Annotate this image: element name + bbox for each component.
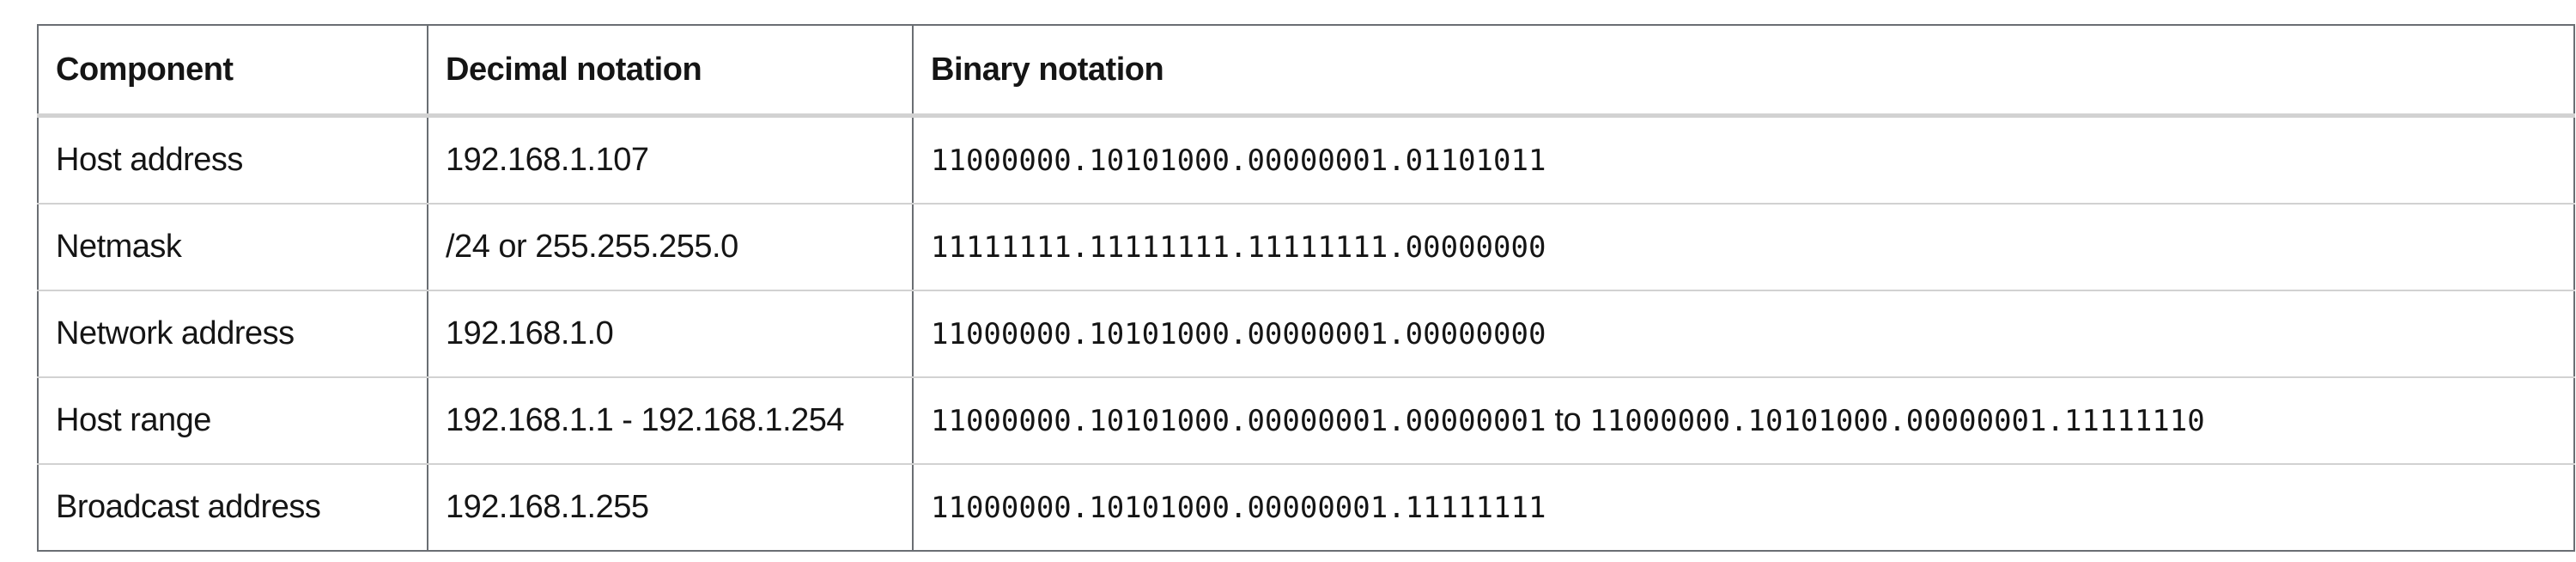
cell-binary: 11000000.10101000.00000001.11111111 <box>912 464 2575 552</box>
cell-decimal: 192.168.1.0 <box>427 290 914 378</box>
table-row: Netmask /24 or 255.255.255.0 11111111.11… <box>37 204 2575 291</box>
binary-range-end: 11000000.10101000.00000001.11111110 <box>1589 404 2205 438</box>
table-body: Host address 192.168.1.107 11000000.1010… <box>37 115 2575 552</box>
table-row: Host range 192.168.1.1 - 192.168.1.254 1… <box>37 377 2575 465</box>
ip-addressing-table-container: Component Decimal notation Binary notati… <box>37 24 2575 552</box>
cell-binary: 11000000.10101000.00000001.00000001 to 1… <box>912 377 2575 465</box>
binary-range-joiner: to <box>1546 402 1590 438</box>
cell-binary: 11000000.10101000.00000001.00000000 <box>912 290 2575 378</box>
binary-value: 11111111.11111111.11111111.00000000 <box>931 230 1546 265</box>
cell-component: Host address <box>37 115 428 205</box>
table-row: Network address 192.168.1.0 11000000.101… <box>37 290 2575 378</box>
cell-decimal: 192.168.1.255 <box>427 464 914 552</box>
table-row: Broadcast address 192.168.1.255 11000000… <box>37 464 2575 552</box>
binary-value: 11000000.10101000.00000001.01101011 <box>931 144 1546 178</box>
header-binary-notation: Binary notation <box>912 24 2575 118</box>
cell-decimal: 192.168.1.107 <box>427 115 914 205</box>
cell-component: Host range <box>37 377 428 465</box>
header-row: Component Decimal notation Binary notati… <box>37 24 2575 118</box>
cell-decimal: /24 or 255.255.255.0 <box>427 204 914 291</box>
binary-range-start: 11000000.10101000.00000001.00000001 <box>931 404 1546 438</box>
table-row: Host address 192.168.1.107 11000000.1010… <box>37 115 2575 205</box>
cell-component: Network address <box>37 290 428 378</box>
ip-addressing-table: Component Decimal notation Binary notati… <box>37 24 2575 552</box>
cell-component: Broadcast address <box>37 464 428 552</box>
binary-value: 11000000.10101000.00000001.00000000 <box>931 317 1546 351</box>
table-header: Component Decimal notation Binary notati… <box>37 24 2575 118</box>
binary-value: 11000000.10101000.00000001.11111111 <box>931 491 1546 525</box>
cell-decimal: 192.168.1.1 - 192.168.1.254 <box>427 377 914 465</box>
cell-component: Netmask <box>37 204 428 291</box>
header-decimal-notation: Decimal notation <box>427 24 914 118</box>
cell-binary: 11000000.10101000.00000001.01101011 <box>912 115 2575 205</box>
header-component: Component <box>37 24 428 118</box>
cell-binary: 11111111.11111111.11111111.00000000 <box>912 204 2575 291</box>
